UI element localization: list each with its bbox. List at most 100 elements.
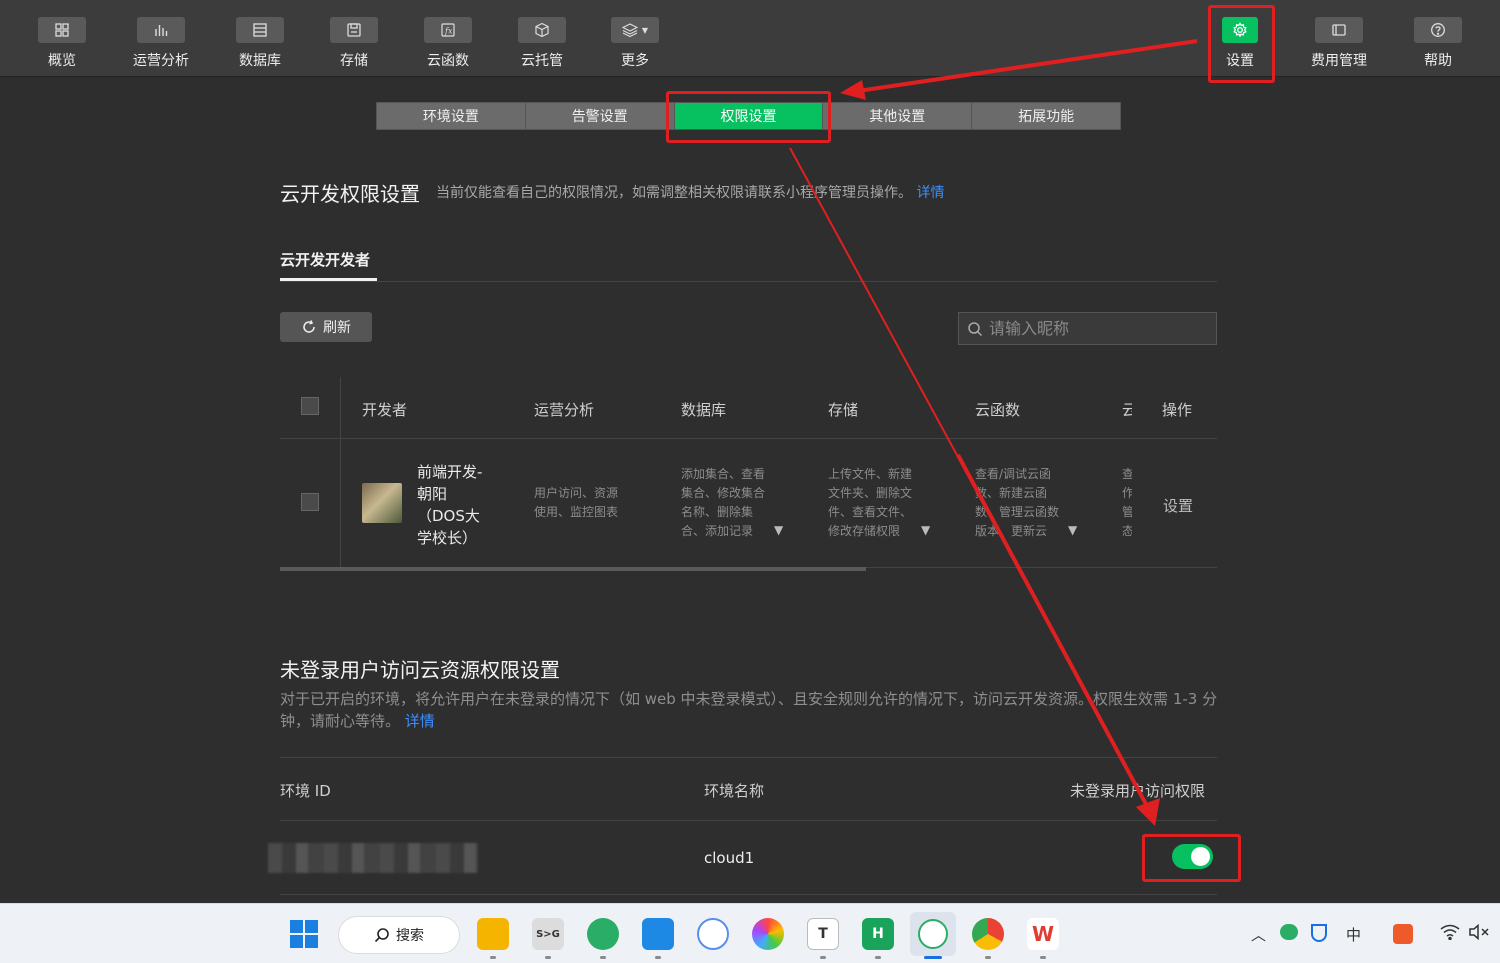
wifi-icon[interactable] — [1440, 924, 1460, 944]
storage-perms: 上传文件、新建 文件夹、删除文 件、查看文件、 修改存储权限 — [828, 465, 916, 543]
bar-chart-icon — [137, 17, 185, 43]
select-all-checkbox[interactable] — [301, 397, 319, 415]
horizontal-scrollbar[interactable] — [280, 567, 866, 571]
layers-icon: ▼ — [611, 17, 659, 43]
tab-other[interactable]: 其他设置 — [823, 103, 973, 129]
column-header: 开发者 — [362, 401, 408, 419]
perm-line: 管 — [1122, 505, 1132, 519]
annotation-box-settings — [1208, 5, 1275, 83]
tab-extensions[interactable]: 拓展功能 — [972, 103, 1120, 129]
toolbar-storage[interactable]: 存储 — [314, 0, 394, 77]
column-header: 未登录用户访问权限 — [1070, 782, 1206, 800]
toolbar-label: 更多 — [621, 53, 649, 69]
taskbar-search[interactable]: 搜索 — [338, 916, 460, 954]
toolbar-analytics[interactable]: 运营分析 — [121, 0, 201, 77]
running-indicator — [1040, 956, 1046, 959]
file-explorer-icon[interactable] — [477, 918, 509, 950]
vscode-icon[interactable] — [642, 918, 674, 950]
toolbar-help[interactable]: 帮助 — [1398, 0, 1478, 77]
annotation-box-permissions-tab — [666, 91, 831, 143]
running-indicator — [875, 956, 881, 959]
details-link[interactable]: 详情 — [405, 712, 435, 730]
tab-cloud-developers[interactable]: 云开发开发者 — [280, 249, 370, 270]
column-header: 操作 — [1162, 401, 1193, 419]
running-indicator — [490, 956, 496, 959]
divider — [280, 757, 1217, 758]
column-header: 环境 ID — [280, 782, 331, 800]
wechat-tray-icon[interactable] — [1280, 924, 1298, 940]
toolbar-database[interactable]: 数据库 — [220, 0, 300, 77]
function-icon: fx — [424, 17, 472, 43]
perm-line: 件、查看文件、 — [828, 505, 913, 519]
name-line: （DOS大 — [417, 507, 480, 525]
toolbar-cloud-hosting[interactable]: 云托管 — [502, 0, 582, 77]
tab-environment[interactable]: 环境设置 — [377, 103, 526, 129]
name-line: 朝阳 — [417, 485, 448, 503]
typora-icon[interactable]: T — [807, 918, 839, 950]
anonymous-access-desc: 对于已开启的环境，将允许用户在未登录的情况下（如 web 中未登录模式）、且安全… — [280, 688, 1220, 732]
running-indicator — [985, 956, 991, 959]
nickname-search — [958, 312, 1217, 345]
windows-start-icon[interactable] — [288, 918, 320, 950]
color-wheel-icon[interactable] — [752, 918, 784, 950]
divider — [280, 281, 1217, 282]
search-icon — [374, 928, 389, 943]
arrow-head — [840, 80, 866, 100]
chrome-icon[interactable] — [972, 918, 1004, 950]
row-settings-action[interactable]: 设置 — [1163, 495, 1193, 516]
arrow-head — [1136, 798, 1160, 826]
volume-muted-icon[interactable] — [1468, 923, 1490, 944]
chevron-up-icon[interactable]: ︿ — [1251, 924, 1266, 945]
tab-alerts[interactable]: 告警设置 — [526, 103, 675, 129]
storage-disk-icon — [330, 17, 378, 43]
database-icon — [236, 17, 284, 43]
running-indicator — [820, 956, 826, 959]
permission-hint-text: 当前仅能查看自己的权限情况，如需调整相关权限请联系小程序管理员操作。 — [436, 185, 912, 201]
name-line: 前端开发- — [417, 463, 483, 481]
cloud-hosting-perms: 查 作 管 态 — [1122, 465, 1132, 543]
row-checkbox[interactable] — [301, 493, 319, 511]
page-title: 云开发权限设置 — [280, 182, 420, 206]
perm-line: 态 — [1122, 524, 1132, 538]
wechat-devtools-icon[interactable] — [910, 912, 956, 956]
app-icon[interactable] — [697, 918, 729, 950]
toolbar-functions[interactable]: fx 云函数 — [408, 0, 488, 77]
perm-line: 数、管理云函数 — [975, 505, 1060, 519]
perm-line: 添加集合、查看 — [681, 467, 766, 481]
terminal-icon[interactable]: S>G — [532, 918, 564, 950]
toolbar-more[interactable]: ▼ 更多 — [595, 0, 675, 77]
column-header: 云 — [1122, 401, 1132, 419]
expand-caret-icon[interactable]: ▼ — [1068, 523, 1077, 537]
avatar — [362, 483, 402, 523]
toolbar-overview[interactable]: 概览 — [22, 0, 102, 77]
shield-icon[interactable] — [1311, 924, 1327, 942]
running-indicator — [600, 956, 606, 959]
toolbar-label: 帮助 — [1424, 53, 1452, 69]
refresh-label: 刷新 — [323, 320, 351, 336]
refresh-button[interactable]: 刷新 — [280, 312, 372, 342]
devtools-badge — [918, 919, 948, 949]
perm-line: 修改存储权限 — [828, 524, 901, 538]
wps-icon[interactable]: W — [1027, 918, 1059, 950]
input-method-indicator[interactable]: 中 — [1346, 924, 1361, 945]
search-input[interactable] — [989, 319, 1209, 338]
expand-caret-icon[interactable]: ▼ — [774, 523, 783, 537]
sogou-icon[interactable] — [1393, 924, 1413, 944]
overview-grid-icon — [38, 17, 86, 43]
anonymous-access-title: 未登录用户访问云资源权限设置 — [280, 658, 560, 682]
perm-line: 版本、更新云 — [975, 524, 1048, 538]
expand-caret-icon[interactable]: ▼ — [921, 523, 930, 537]
running-indicator — [655, 956, 661, 959]
perm-line: 文件夹、删除文 — [828, 486, 913, 500]
column-header: 数据库 — [681, 401, 727, 419]
search-icon — [968, 321, 983, 336]
chevron-down-icon: ▼ — [641, 25, 649, 35]
perm-line: 名称、删除集 — [681, 505, 754, 519]
details-link[interactable]: 详情 — [916, 185, 944, 201]
name-line: 学校长） — [417, 529, 478, 547]
hbuilder-icon[interactable]: H — [862, 918, 894, 950]
toolbar-billing[interactable]: 费用管理 — [1299, 0, 1379, 77]
column-header: 运营分析 — [534, 401, 595, 419]
table-header: 开发者 运营分析 数据库 存储 云函数 云 操作 — [280, 377, 1217, 439]
wechat-icon[interactable] — [587, 918, 619, 950]
